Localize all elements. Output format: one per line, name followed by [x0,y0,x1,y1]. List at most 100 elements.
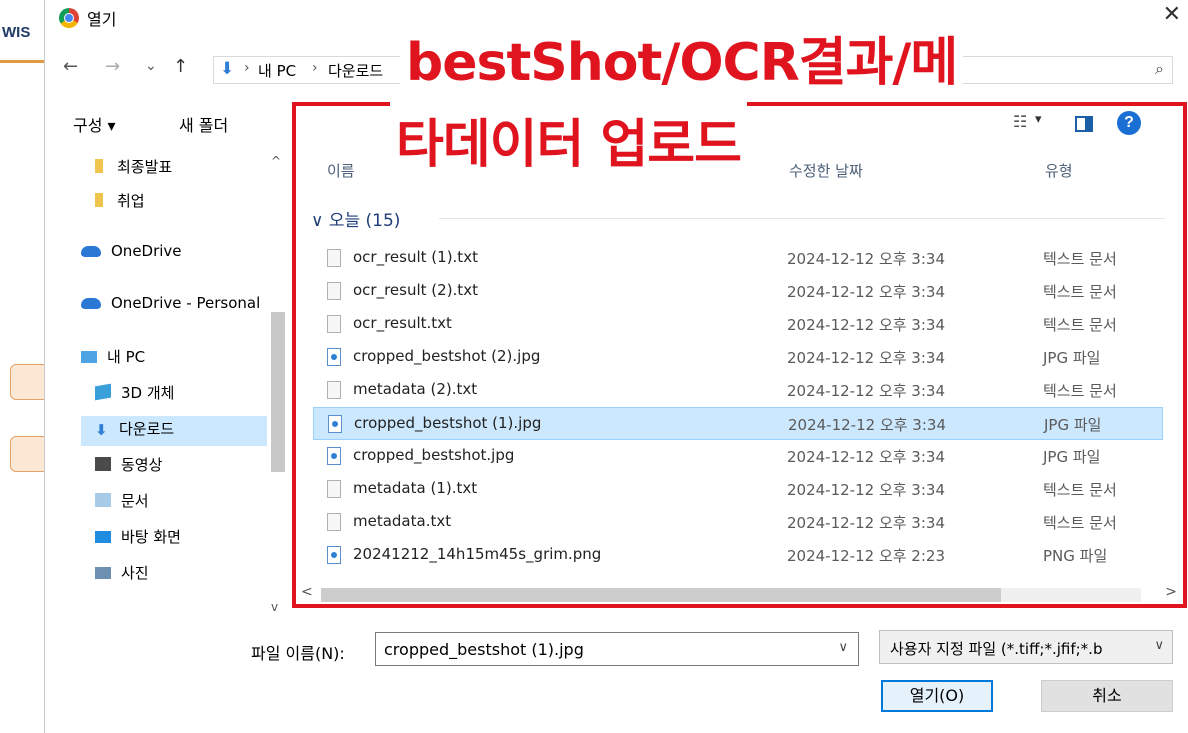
file-type: JPG 파일 [1043,448,1101,466]
search-input[interactable]: 다운로드 검색 ⌕ [845,56,1173,84]
file-row[interactable]: cropped_bestshot.jpg 2024-12-12 오후 3:34 JP… [313,440,1163,473]
nav-item-my-pc[interactable]: 내 PC [81,346,145,376]
download-arrow-icon: ⬇ [220,59,235,79]
file-date: 2024-12-12 오후 3:34 [787,382,945,400]
file-type: JPG 파일 [1044,416,1102,434]
chrome-icon [59,8,79,28]
nav-item-desktop[interactable]: 바탕 화면 [95,526,181,556]
chevron-down-icon[interactable]: ▾ [1035,112,1042,127]
filename-label: 파일 이름(N): [251,644,345,663]
nav-item-employment[interactable]: 취업 [95,190,145,220]
file-list: 이름 수정한 날짜 유형 ∨ 오늘 (15) ocr_result (1).tx… [297,146,1185,612]
chevron-down-icon[interactable]: ∨ [1154,638,1164,653]
nav-item-videos[interactable]: 동영상 [95,454,162,484]
chevron-down-icon[interactable]: ∨ [838,640,848,655]
image-file-icon [327,348,341,366]
back-arrow-icon[interactable]: ← [63,56,78,77]
cancel-button[interactable]: 취소 [1041,680,1173,712]
file-name: cropped_bestshot (1).jpg [354,414,542,432]
file-row[interactable]: ocr_result (2).txt 2024-12-12 오후 3:34 텍스트 … [313,275,1163,308]
column-header-type[interactable]: 유형 [1045,160,1073,181]
file-name: cropped_bestshot.jpg [353,446,515,464]
text-file-icon [327,513,341,531]
search-placeholder: 다운로드 검색 [856,64,938,80]
refresh-icon[interactable]: ↻ [815,56,830,77]
search-icon[interactable]: ⌕ [1155,59,1164,79]
dialog-title: 열기 [87,10,117,29]
scroll-left-icon[interactable]: < [301,584,313,600]
nav-item-onedrive-personal[interactable]: OneDrive - Personal [81,294,265,324]
file-date: 2024-12-12 오후 3:34 [787,283,945,301]
breadcrumb-my-pc[interactable]: 내 PC [258,60,296,81]
scroll-up-icon[interactable]: ^ [271,154,281,168]
nav-item-label: 내 PC [107,348,146,366]
up-arrow-icon[interactable]: ↑ [173,56,188,77]
close-icon[interactable]: ✕ [1163,2,1181,27]
recent-locations-icon[interactable]: ⌄ [145,58,157,74]
cube-icon [95,383,111,401]
forward-arrow-icon[interactable]: → [105,56,120,77]
scrollbar-thumb[interactable] [321,588,1001,602]
new-folder-button[interactable]: 새 폴더 [179,112,228,136]
file-row[interactable]: ocr_result (1).txt 2024-12-12 오후 3:34 텍스트 … [313,242,1163,275]
organize-button[interactable]: 구성 ▾ [73,112,116,136]
scrollbar-thumb[interactable] [271,312,285,472]
nav-item-label: 다운로드 [119,420,175,438]
file-row[interactable]: metadata.txt 2024-12-12 오후 3:34 텍스트 문서 [313,506,1163,539]
file-name: metadata (2).txt [353,380,478,398]
open-button[interactable]: 열기(O) [881,680,993,712]
nav-item-onedrive[interactable]: OneDrive [81,242,182,272]
file-type-value: 사용자 지정 파일 (*.tiff;*.jfif;*.b [890,640,1103,658]
file-type: 텍스트 문서 [1043,514,1117,532]
scroll-right-icon[interactable]: > [1165,584,1177,600]
help-icon[interactable]: ? [1117,111,1141,135]
file-type-select[interactable]: 사용자 지정 파일 (*.tiff;*.jfif;*.b ∨ [879,630,1173,664]
nav-item-final-presentation[interactable]: 최종발표 [95,156,172,186]
background-brand: WIS [2,24,31,41]
file-type: 텍스트 문서 [1043,283,1117,301]
nav-item-label: OneDrive [111,242,182,260]
nav-item-label: 바탕 화면 [121,528,181,546]
scroll-down-icon[interactable]: v [271,600,278,614]
address-bar[interactable]: ⬇ › 내 PC › 다운로드 [213,56,775,84]
file-name: metadata (1).txt [353,479,478,497]
filename-input[interactable]: cropped_bestshot (1).jpg ∨ [375,632,859,666]
file-date: 2024-12-12 오후 3:34 [787,316,945,334]
preview-pane-icon[interactable] [1075,116,1093,132]
breadcrumb-downloads[interactable]: 다운로드 [328,60,383,81]
group-header-today[interactable]: ∨ 오늘 (15) [311,206,400,231]
column-header-date[interactable]: 수정한 날짜 [789,160,863,181]
file-date: 2024-12-12 오후 3:34 [788,416,946,434]
image-file-icon [327,447,341,465]
folder-icon [95,159,103,173]
nav-item-downloads[interactable]: ⬇ 다운로드 [95,418,174,448]
nav-item-label: 3D 개체 [121,384,175,402]
file-row[interactable]: cropped_bestshot (2).jpg 2024-12-12 오후 3:… [313,341,1163,374]
file-row[interactable]: cropped_bestshot (1).jpg 2024-12-12 오후 3:… [313,407,1163,440]
column-header-name[interactable]: 이름 [327,160,355,181]
file-date: 2024-12-12 오후 2:23 [787,547,945,565]
picture-icon [95,567,111,579]
nav-scrollbar[interactable]: ^ v [267,152,289,614]
horizontal-scrollbar[interactable]: < > [297,584,1185,606]
text-file-icon [327,480,341,498]
group-divider [439,218,1165,219]
navigation-pane: 최종발표 취업 OneDrive OneDrive - Personal 내 P… [45,146,291,612]
file-name: ocr_result (2).txt [353,281,478,299]
command-bar: 구성 ▾ 새 폴더 ☷ ▾ ? [45,108,1188,140]
nav-item-pictures[interactable]: 사진 [95,562,149,592]
text-file-icon [327,249,341,267]
nav-item-label: 취업 [117,192,145,210]
file-row[interactable]: 20241212_14h15m45s_grim.png 2024-12-12 오후… [313,539,1163,572]
nav-item-label: 최종발표 [117,158,173,176]
view-options-icon[interactable]: ☷ [1013,112,1027,131]
nav-item-3d-objects[interactable]: 3D 개체 [95,382,174,412]
file-date: 2024-12-12 오후 3:34 [787,481,945,499]
breadcrumb-separator: › [312,60,318,76]
file-row[interactable]: ocr_result.txt 2024-12-12 오후 3:34 텍스트 문서 [313,308,1163,341]
nav-item-documents[interactable]: 문서 [95,490,149,520]
image-file-icon [327,546,341,564]
file-row[interactable]: metadata (2).txt 2024-12-12 오후 3:34 텍스트 문서 [313,374,1163,407]
file-row[interactable]: metadata (1).txt 2024-12-12 오후 3:34 텍스트 문서 [313,473,1163,506]
file-date: 2024-12-12 오후 3:34 [787,250,945,268]
